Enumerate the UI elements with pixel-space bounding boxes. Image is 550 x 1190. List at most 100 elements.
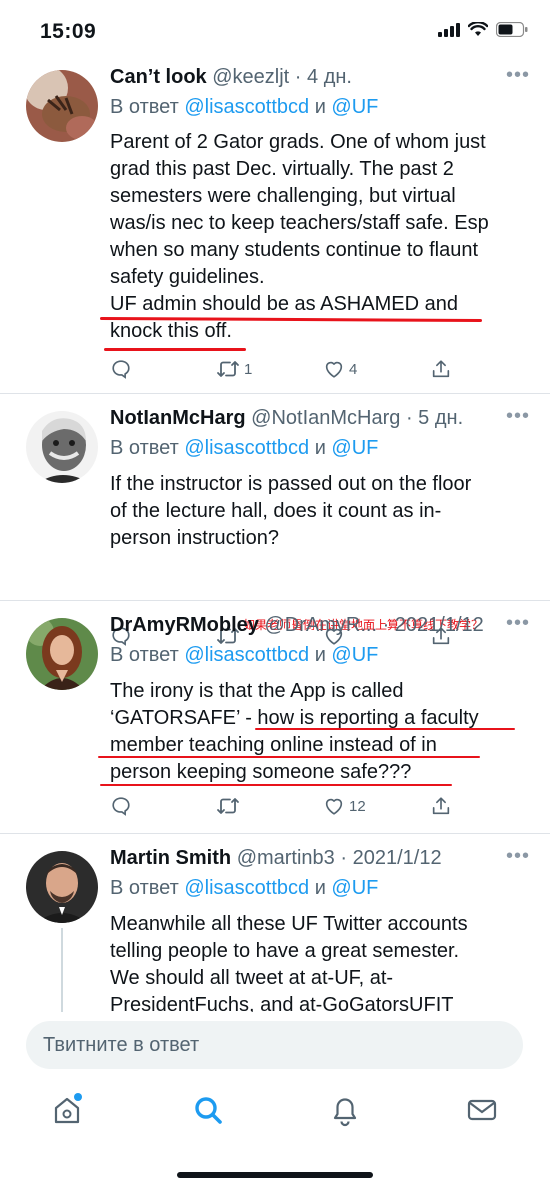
reply-icon	[112, 797, 130, 816]
reply-mention[interactable]: @lisascottbcd	[184, 96, 309, 118]
reply-mention[interactable]: @lisascottbcd	[184, 877, 309, 899]
notifications-icon[interactable]	[330, 1093, 360, 1132]
composer-placeholder: Твитните в ответ	[43, 1034, 200, 1056]
tweet-actions: 12	[110, 795, 530, 825]
reply-and: и	[314, 877, 326, 899]
reply-and: и	[314, 437, 326, 459]
text-line: Meanwhile all these UF Twitter accounts	[110, 913, 468, 935]
tweet[interactable]: Can’t look @keezljt · 4 дн. ••• В ответ …	[0, 62, 550, 392]
text-line: person keeping someone safe???	[110, 761, 412, 783]
timestamp: · 4 дн.	[294, 66, 352, 88]
text-line: The irony is that the App is called	[110, 680, 404, 702]
reply-button[interactable]	[110, 358, 132, 380]
red-underline	[104, 348, 246, 351]
tweet-header: NotIanMcHarg @NotIanMcHarg · 5 дн.	[110, 407, 530, 430]
home-icon[interactable]	[52, 1093, 84, 1132]
tweet-text: The irony is that the App is called ‘GAT…	[110, 678, 530, 786]
tweet-header: DrAmyRMobley @DrAmyR... · 2021/1/12	[110, 614, 530, 637]
reply-mention[interactable]: @UF	[331, 437, 378, 459]
retweet-button[interactable]: 1	[216, 358, 252, 380]
heart-icon	[325, 798, 343, 815]
share-icon	[432, 797, 450, 815]
tweet[interactable]: Martin Smith @martinb3 · 2021/1/12 ••• В…	[0, 834, 550, 1012]
tweet[interactable]: DrAmyRMobley @DrAmyR... · 2021/1/12 ••• …	[0, 601, 550, 833]
retweet-count: 1	[244, 360, 253, 378]
text-line: grad this past Dec. virtually. The past …	[110, 158, 454, 180]
tweet[interactable]: NotIanMcHarg @NotIanMcHarg · 5 дн. ••• В…	[0, 394, 550, 646]
reply-mention[interactable]: @UF	[331, 877, 378, 899]
like-button[interactable]: 12	[323, 795, 366, 817]
reply-context: В ответ @lisascottbcd и @UF	[110, 877, 378, 900]
reply-context: В ответ @lisascottbcd и @UF	[110, 437, 378, 460]
avatar[interactable]	[26, 618, 98, 690]
red-underline	[100, 784, 452, 786]
display-name[interactable]: Martin Smith	[110, 847, 231, 869]
tweet-text: Parent of 2 Gator grads. One of whom jus…	[110, 129, 530, 345]
text-line: was/is nec to keep teachers/staff safe. …	[110, 212, 489, 234]
like-count: 4	[349, 360, 358, 378]
reply-prefix: В ответ	[110, 644, 179, 666]
display-name[interactable]: DrAmyRMobley	[110, 614, 259, 636]
reply-prefix: В ответ	[110, 437, 179, 459]
heart-icon	[325, 361, 343, 378]
reply-prefix: В ответ	[110, 96, 179, 118]
handle[interactable]: @martinb3	[237, 847, 335, 869]
reply-mention[interactable]: @UF	[331, 644, 378, 666]
messages-icon[interactable]	[467, 1093, 497, 1132]
retweet-icon	[217, 798, 239, 814]
battery-icon	[496, 22, 528, 37]
tweet-actions: 1 4	[110, 358, 530, 388]
share-icon	[432, 360, 450, 378]
reply-and: и	[314, 96, 326, 118]
reply-context: В ответ @lisascottbcd и @UF	[110, 644, 378, 667]
search-icon[interactable]	[192, 1093, 224, 1132]
like-button[interactable]: 4	[323, 358, 357, 380]
reply-mention[interactable]: @UF	[331, 96, 378, 118]
timestamp: · 5 дн.	[405, 407, 464, 429]
status-time: 15:09	[40, 20, 97, 43]
text-line: member teaching online instead of in	[110, 734, 437, 756]
handle[interactable]: @DrAmyR...	[264, 614, 377, 636]
reply-mention[interactable]: @lisascottbcd	[184, 644, 309, 666]
text-line: UF admin should be as ASHAMED and	[110, 293, 458, 315]
display-name[interactable]: Can’t look	[110, 66, 207, 88]
avatar[interactable]	[26, 70, 98, 142]
status-icons	[438, 22, 528, 37]
text-line: telling people to have a great semester.	[110, 940, 460, 962]
handle[interactable]: @NotIanMcHarg	[251, 407, 400, 429]
reply-icon	[112, 360, 130, 379]
replies-feed[interactable]: Can’t look @keezljt · 4 дн. ••• В ответ …	[0, 62, 550, 1012]
tweet-header: Can’t look @keezljt · 4 дн.	[110, 66, 530, 89]
status-bar: 15:09	[0, 0, 550, 62]
display-name[interactable]: NotIanMcHarg	[110, 407, 246, 429]
red-underline	[255, 728, 515, 730]
text-line: Parent of 2 Gator grads. One of whom jus…	[110, 131, 486, 153]
avatar[interactable]	[26, 411, 98, 483]
more-options-icon[interactable]: •••	[506, 845, 530, 868]
text-line: when so many students continue to flaunt	[110, 239, 479, 261]
tweet-text: Meanwhile all these UF Twitter accounts …	[110, 911, 530, 1012]
retweet-button[interactable]	[216, 795, 240, 817]
more-options-icon[interactable]: •••	[506, 612, 530, 635]
text-line: of the lecture hall, does it count as in…	[110, 500, 442, 522]
reply-prefix: В ответ	[110, 877, 179, 899]
text-line: safety guidelines.	[110, 266, 265, 288]
timestamp: · 2021/1/12	[382, 614, 484, 636]
retweet-icon	[217, 361, 239, 377]
text-line: semesters were challenging, but virtual	[110, 185, 456, 207]
text-line: If the instructor is passed out on the f…	[110, 473, 472, 495]
text-line: knock this off.	[110, 320, 232, 342]
avatar[interactable]	[26, 851, 98, 923]
handle[interactable]: @keezljt	[212, 66, 289, 88]
more-options-icon[interactable]: •••	[506, 405, 530, 428]
reply-button[interactable]	[110, 795, 132, 817]
tweet-text: If the instructor is passed out on the f…	[110, 471, 530, 552]
share-button[interactable]	[430, 795, 452, 817]
more-options-icon[interactable]: •••	[506, 64, 530, 87]
share-button[interactable]	[430, 358, 452, 380]
reply-and: и	[314, 644, 326, 666]
home-indicator[interactable]	[177, 1172, 373, 1178]
reply-composer[interactable]: Твитните в ответ	[26, 1021, 523, 1069]
reply-mention[interactable]: @lisascottbcd	[184, 437, 309, 459]
text-line: PresidentFuchs, and at-GoGatorsUFIT	[110, 994, 454, 1012]
